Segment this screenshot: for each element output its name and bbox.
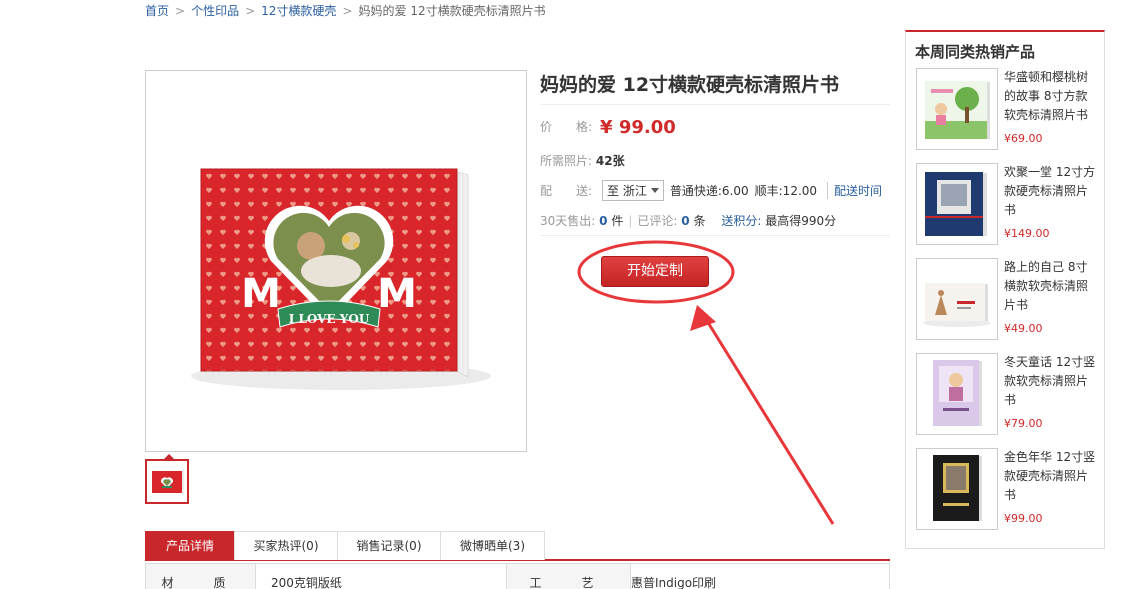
photos-row: 所需照片: 42张 bbox=[540, 152, 625, 169]
chevron-down-icon bbox=[650, 188, 659, 193]
cover-letter-right: M bbox=[377, 271, 417, 317]
shipping-sf-fee: 顺丰:12.00 bbox=[754, 184, 818, 198]
tab-buyer-reviews[interactable]: 买家热评(0) bbox=[234, 531, 338, 560]
sidebar-product-name[interactable]: 欢聚一堂 12寸方款硬壳标清照片书 bbox=[1004, 163, 1096, 220]
thumbnail-image bbox=[152, 471, 184, 493]
photo-book-cover-image: M M I LOVE YOU bbox=[191, 168, 491, 390]
price-label: 价 格: bbox=[540, 120, 593, 134]
divider bbox=[540, 104, 890, 105]
stats-divider: | bbox=[628, 214, 633, 228]
cover-letter-left: M bbox=[241, 271, 281, 317]
sidebar-product-name[interactable]: 冬天童话 12寸竖款软壳标清照片书 bbox=[1004, 353, 1096, 410]
shipping-normal-fee: 普通快递:6.00 bbox=[669, 184, 749, 198]
sold-unit: 件 bbox=[611, 214, 624, 228]
product-main-image[interactable]: M M I LOVE YOU bbox=[145, 70, 527, 452]
product-thumbnail[interactable] bbox=[145, 454, 189, 504]
sold-label: 30天售出: bbox=[540, 214, 596, 228]
sold-count: 0 bbox=[599, 214, 608, 228]
shipping-label: 配 送: bbox=[540, 184, 593, 198]
breadcrumb-separator: > bbox=[245, 4, 256, 18]
sidebar-product-name[interactable]: 华盛顿和樱桃树的故事 8寸方款软壳标清照片书 bbox=[1004, 68, 1096, 125]
divider bbox=[540, 235, 890, 236]
review-unit: 条 bbox=[693, 214, 706, 228]
shipping-time-link[interactable]: 配送时间 bbox=[827, 182, 882, 199]
sidebar-product-name[interactable]: 路上的自己 8寸横款软壳标清照片书 bbox=[1004, 258, 1096, 315]
sidebar-product-price: ¥79.00 bbox=[1004, 417, 1043, 430]
cover-ribbon-text: I LOVE YOU bbox=[289, 312, 370, 326]
sidebar-product-thumbnail[interactable] bbox=[916, 163, 998, 245]
review-count: 0 bbox=[681, 214, 690, 228]
sidebar-product-item[interactable]: 冬天童话 12寸竖款软壳标清照片书 ¥79.00 bbox=[916, 353, 1101, 438]
shipping-fees: 普通快递:6.00 顺丰:12.00 bbox=[670, 182, 817, 199]
sidebar-product-price: ¥49.00 bbox=[1004, 322, 1043, 335]
spec-material-label: 材 质 bbox=[146, 564, 256, 589]
hot-products-sidebar: 本周同类热销产品 华盛顿和樱桃树的故事 8寸方款软壳标清照片书 ¥69.00 欢… bbox=[905, 30, 1105, 549]
tab-weibo-posts[interactable]: 微博晒单(3) bbox=[440, 531, 545, 560]
points-value: 最高得990分 bbox=[765, 214, 837, 228]
sidebar-title: 本周同类热销产品 bbox=[915, 43, 1036, 61]
product-title: 妈妈的爱 12寸横款硬壳标清照片书 bbox=[540, 74, 840, 96]
shipping-destination-select[interactable]: 至 浙江 bbox=[602, 180, 664, 201]
sidebar-product-name[interactable]: 金色年华 12寸竖款硬壳标清照片书 bbox=[1004, 448, 1096, 505]
breadcrumb-current: 妈妈的爱 12寸横款硬壳标清照片书 bbox=[358, 4, 546, 18]
start-customize-button[interactable]: 开始定制 bbox=[601, 256, 709, 287]
sidebar-product-thumbnail[interactable] bbox=[916, 353, 998, 435]
sidebar-product-item[interactable]: 华盛顿和樱桃树的故事 8寸方款软壳标清照片书 ¥69.00 bbox=[916, 68, 1101, 153]
price-row: 价 格: ¥ 99.00 bbox=[540, 117, 676, 138]
product-thumbnail-image bbox=[925, 172, 987, 236]
breadcrumb: 首页 > 个性印品 >12寸横款硬壳 > 妈妈的爱 12寸横款硬壳标清照片书 bbox=[145, 2, 546, 19]
sidebar-product-item[interactable]: 金色年华 12寸竖款硬壳标清照片书 ¥99.00 bbox=[916, 448, 1101, 533]
breadcrumb-home[interactable]: 首页 bbox=[145, 4, 169, 18]
review-label: 已评论: bbox=[637, 214, 678, 228]
points-label: 送积分: bbox=[721, 214, 762, 228]
sidebar-product-thumbnail[interactable] bbox=[916, 68, 998, 150]
tab-product-details[interactable]: 产品详情 bbox=[145, 531, 235, 560]
sidebar-product-price: ¥99.00 bbox=[1004, 512, 1043, 525]
spec-craft-label: 工 艺 bbox=[506, 564, 631, 589]
breadcrumb-category[interactable]: 个性印品 bbox=[191, 4, 239, 18]
sidebar-product-thumbnail[interactable] bbox=[916, 448, 998, 530]
spec-table: 材 质 200克铜版纸 工 艺 惠普Indigo印刷 bbox=[145, 563, 890, 589]
product-thumbnail-image bbox=[933, 455, 982, 521]
photos-value: 42张 bbox=[595, 154, 625, 168]
shipping-destination-value: 至 浙江 bbox=[607, 184, 647, 198]
product-thumbnail-image bbox=[923, 283, 991, 327]
breadcrumb-subcategory[interactable]: 12寸横款硬壳 bbox=[261, 4, 336, 18]
price-value: ¥ 99.00 bbox=[600, 117, 676, 138]
spec-material-value: 200克铜版纸 bbox=[271, 576, 342, 589]
photos-label: 所需照片: bbox=[540, 154, 593, 168]
spec-craft-value: 惠普Indigo印刷 bbox=[631, 576, 717, 589]
stats-row: 30天售出: 0 件 | 已评论: 0 条 送积分: 最高得990分 bbox=[540, 212, 836, 229]
product-thumbnail-image bbox=[925, 81, 990, 139]
sidebar-product-thumbnail[interactable] bbox=[916, 258, 998, 340]
annotation-arrow-head bbox=[690, 305, 716, 331]
sidebar-product-item[interactable]: 欢聚一堂 12寸方款硬壳标清照片书 ¥149.00 bbox=[916, 163, 1101, 248]
sidebar-product-price: ¥69.00 bbox=[1004, 132, 1043, 145]
detail-tabs: 产品详情 买家热评(0) 销售记录(0) 微博晒单(3) bbox=[145, 531, 890, 561]
annotation-arrow-line bbox=[702, 315, 835, 525]
shipping-row: 配 送: 至 浙江 普通快递:6.00 顺丰:12.00 配送时间 bbox=[540, 180, 882, 201]
product-thumbnail-image bbox=[933, 360, 982, 426]
breadcrumb-separator: > bbox=[175, 4, 186, 18]
tab-sales-records[interactable]: 销售记录(0) bbox=[337, 531, 441, 560]
sidebar-product-price: ¥149.00 bbox=[1004, 227, 1050, 240]
breadcrumb-separator: > bbox=[342, 4, 353, 18]
sidebar-product-item[interactable]: 路上的自己 8寸横款软壳标清照片书 ¥49.00 bbox=[916, 258, 1101, 343]
